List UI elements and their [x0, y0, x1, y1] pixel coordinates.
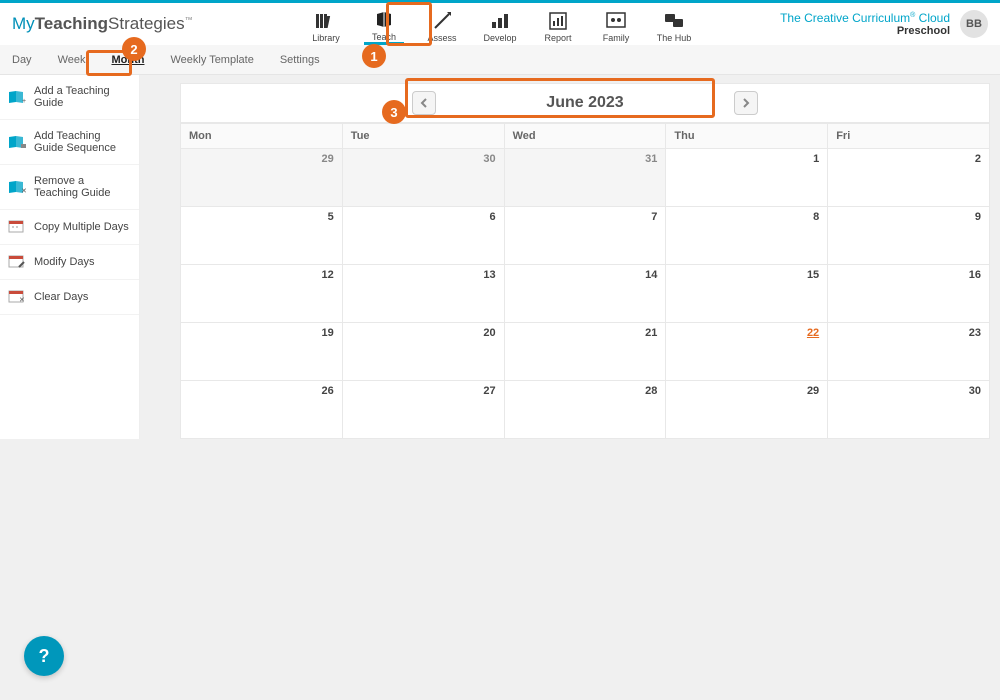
side-label: Add a Teaching Guide [34, 85, 131, 109]
nav-hub[interactable]: The Hub [654, 11, 694, 43]
brand-line: The Creative Curriculum® Cloud [780, 11, 950, 25]
subnav-settings[interactable]: Settings [276, 46, 324, 74]
calendar-day[interactable]: 7 [504, 207, 666, 265]
header: MyTeachingStrategies™ Library Teach Asse… [0, 3, 1000, 45]
calendar: MonTueWedThuFri 293031125678912131415161… [180, 123, 990, 439]
logo: MyTeachingStrategies™ [12, 14, 193, 34]
content: + Add a Teaching Guide Add Teaching Guid… [0, 75, 1000, 439]
calendar-day[interactable]: 8 [666, 207, 828, 265]
brand-sub: Preschool [780, 25, 950, 37]
main: June 2023 MonTueWedThuFri 29303112567891… [140, 75, 1000, 439]
calendar-day[interactable]: 2 [828, 149, 990, 207]
calendar-day[interactable]: 19 [181, 323, 343, 381]
calendar-day[interactable]: 9 [828, 207, 990, 265]
weekday-header: Mon [181, 124, 343, 149]
callout-box-3 [405, 78, 715, 118]
nav-report[interactable]: Report [538, 11, 578, 43]
modify-days-icon [8, 255, 26, 269]
nav-label: Develop [483, 33, 516, 43]
side-label: Clear Days [34, 291, 88, 303]
side-label: Modify Days [34, 256, 95, 268]
weekday-header: Tue [342, 124, 504, 149]
hub-icon [664, 11, 684, 31]
side-label: Copy Multiple Days [34, 221, 129, 233]
guide-add-icon: + [8, 90, 26, 104]
header-right: The Creative Curriculum® Cloud Preschool… [780, 10, 988, 38]
logo-teaching: Teaching [35, 14, 108, 33]
calendar-day[interactable]: 29 [181, 149, 343, 207]
copy-days-icon [8, 220, 26, 234]
avatar[interactable]: BB [960, 10, 988, 38]
calendar-day[interactable]: 30 [828, 381, 990, 439]
brand-cloud: Cloud [915, 11, 950, 25]
subnav-day[interactable]: Day [8, 46, 36, 74]
logo-my: My [12, 14, 35, 33]
calendar-day[interactable]: 30 [342, 149, 504, 207]
weekday-header: Wed [504, 124, 666, 149]
calendar-day[interactable]: 15 [666, 265, 828, 323]
report-icon [549, 11, 567, 31]
guide-seq-icon [8, 135, 26, 149]
family-icon [606, 11, 626, 31]
nav-label: Library [312, 33, 340, 43]
chevron-right-icon [742, 98, 750, 108]
nav-label: Family [603, 33, 630, 43]
develop-icon [491, 11, 509, 31]
side-clear-days[interactable]: ✕ Clear Days [0, 280, 139, 315]
calendar-day[interactable]: 29 [666, 381, 828, 439]
calendar-day[interactable]: 1 [666, 149, 828, 207]
calendar-day[interactable]: 21 [504, 323, 666, 381]
nav-label: Report [544, 33, 571, 43]
subnav-week[interactable]: Week [54, 46, 90, 74]
assess-icon [433, 11, 451, 31]
nav-library[interactable]: Library [306, 11, 346, 43]
clear-days-icon: ✕ [8, 290, 26, 304]
next-month-button[interactable] [734, 91, 758, 115]
nav-family[interactable]: Family [596, 11, 636, 43]
sub-nav: Day Week Month Weekly Template Settings [0, 45, 1000, 75]
side-modify-days[interactable]: Modify Days [0, 245, 139, 280]
brand-text: The Creative Curriculum [780, 11, 910, 25]
sidebar: + Add a Teaching Guide Add Teaching Guid… [0, 75, 140, 439]
calendar-day[interactable]: 27 [342, 381, 504, 439]
logo-tm: ™ [185, 15, 193, 24]
guide-remove-icon: ✕ [8, 180, 26, 194]
side-label: Remove a Teaching Guide [34, 175, 131, 199]
calendar-day[interactable]: 13 [342, 265, 504, 323]
side-remove-guide[interactable]: ✕ Remove a Teaching Guide [0, 165, 139, 210]
callout-2: 2 [122, 37, 146, 61]
callout-box-1 [386, 2, 432, 46]
calendar-day[interactable]: 23 [828, 323, 990, 381]
side-add-guide[interactable]: + Add a Teaching Guide [0, 75, 139, 120]
calendar-day[interactable]: 14 [504, 265, 666, 323]
svg-text:✕: ✕ [21, 188, 26, 194]
calendar-day[interactable]: 28 [504, 381, 666, 439]
brand-block: The Creative Curriculum® Cloud Preschool [780, 11, 950, 37]
calendar-day[interactable]: 6 [342, 207, 504, 265]
calendar-day[interactable]: 12 [181, 265, 343, 323]
calendar-day[interactable]: 16 [828, 265, 990, 323]
calendar-day[interactable]: 26 [181, 381, 343, 439]
calendar-day[interactable]: 22 [666, 323, 828, 381]
top-nav: Library Teach Assess Develop Report Fami… [306, 3, 694, 45]
svg-text:✕: ✕ [19, 297, 25, 304]
side-add-seq[interactable]: Add Teaching Guide Sequence [0, 120, 139, 165]
nav-label: The Hub [657, 33, 692, 43]
callout-1: 1 [362, 44, 386, 68]
side-label: Add Teaching Guide Sequence [34, 130, 131, 154]
calendar-day[interactable]: 31 [504, 149, 666, 207]
callout-3: 3 [382, 100, 406, 124]
calendar-day[interactable]: 5 [181, 207, 343, 265]
calendar-day[interactable]: 20 [342, 323, 504, 381]
side-copy-days[interactable]: Copy Multiple Days [0, 210, 139, 245]
logo-strategies: Strategies [108, 14, 185, 33]
subnav-weekly-template[interactable]: Weekly Template [166, 46, 257, 74]
nav-develop[interactable]: Develop [480, 11, 520, 43]
weekday-header: Thu [666, 124, 828, 149]
library-icon [315, 11, 337, 31]
help-button[interactable]: ? [24, 636, 64, 676]
svg-text:+: + [22, 98, 26, 104]
weekday-header: Fri [828, 124, 990, 149]
